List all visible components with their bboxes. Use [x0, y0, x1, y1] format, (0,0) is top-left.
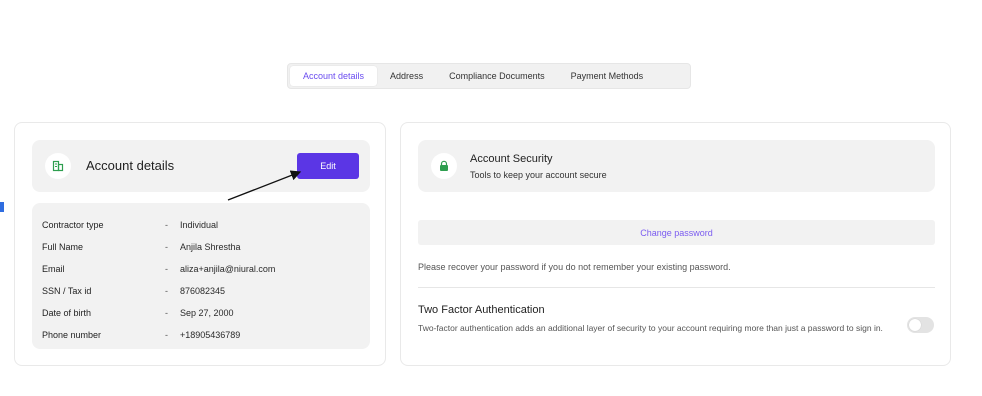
- info-row-full-name: Full Name - Anjila Shrestha: [32, 236, 370, 258]
- toggle-knob: [909, 319, 921, 331]
- info-value: +18905436789: [180, 330, 241, 340]
- info-separator: -: [165, 264, 168, 274]
- info-value: aliza+anjila@niural.com: [180, 264, 276, 274]
- info-separator: -: [165, 308, 168, 318]
- edit-button[interactable]: Edit: [297, 153, 359, 179]
- two-factor-title: Two Factor Authentication: [418, 304, 545, 316]
- building-icon: [45, 153, 71, 179]
- recover-password-note: Please recover your password if you do n…: [418, 262, 731, 272]
- info-label: Date of birth: [42, 308, 92, 318]
- info-label: SSN / Tax id: [42, 286, 92, 296]
- account-details-card: Account details Edit Contractor type - I…: [14, 122, 386, 366]
- info-value: Sep 27, 2000: [180, 308, 234, 318]
- tab-bar: Account details Address Compliance Docum…: [287, 63, 691, 89]
- account-security-card: Account Security Tools to keep your acco…: [400, 122, 951, 366]
- account-details-header: Account details Edit: [32, 140, 370, 192]
- info-separator: -: [165, 330, 168, 340]
- account-security-title: Account Security: [470, 153, 553, 165]
- lock-icon: [431, 153, 457, 179]
- info-row-date-of-birth: Date of birth - Sep 27, 2000: [32, 302, 370, 324]
- info-separator: -: [165, 242, 168, 252]
- account-info-list: Contractor type - Individual Full Name -…: [32, 203, 370, 349]
- account-details-title: Account details: [86, 158, 175, 173]
- account-security-subtitle: Tools to keep your account secure: [470, 170, 607, 180]
- two-factor-toggle[interactable]: [907, 317, 934, 333]
- info-label: Full Name: [42, 242, 84, 252]
- info-label: Email: [42, 264, 65, 274]
- change-password-button[interactable]: Change password: [418, 220, 935, 245]
- tab-compliance-documents[interactable]: Compliance Documents: [436, 66, 558, 86]
- account-security-header: Account Security Tools to keep your acco…: [418, 140, 935, 192]
- tab-account-details[interactable]: Account details: [290, 66, 378, 86]
- left-edge-marker: [0, 202, 4, 212]
- info-row-ssn: SSN / Tax id - 876082345: [32, 280, 370, 302]
- info-row-email: Email - aliza+anjila@niural.com: [32, 258, 370, 280]
- info-label: Contractor type: [42, 220, 104, 230]
- info-row-contractor-type: Contractor type - Individual: [32, 214, 370, 236]
- tab-address[interactable]: Address: [377, 66, 436, 86]
- divider: [418, 287, 935, 288]
- two-factor-description: Two-factor authentication adds an additi…: [418, 323, 883, 333]
- tab-payment-methods[interactable]: Payment Methods: [558, 66, 657, 86]
- info-separator: -: [165, 286, 168, 296]
- info-value: 876082345: [180, 286, 226, 296]
- info-separator: -: [165, 220, 168, 230]
- info-label: Phone number: [42, 330, 102, 340]
- info-value: Individual: [180, 220, 219, 230]
- info-value: Anjila Shrestha: [180, 242, 241, 252]
- info-row-phone-number: Phone number - +18905436789: [32, 324, 370, 346]
